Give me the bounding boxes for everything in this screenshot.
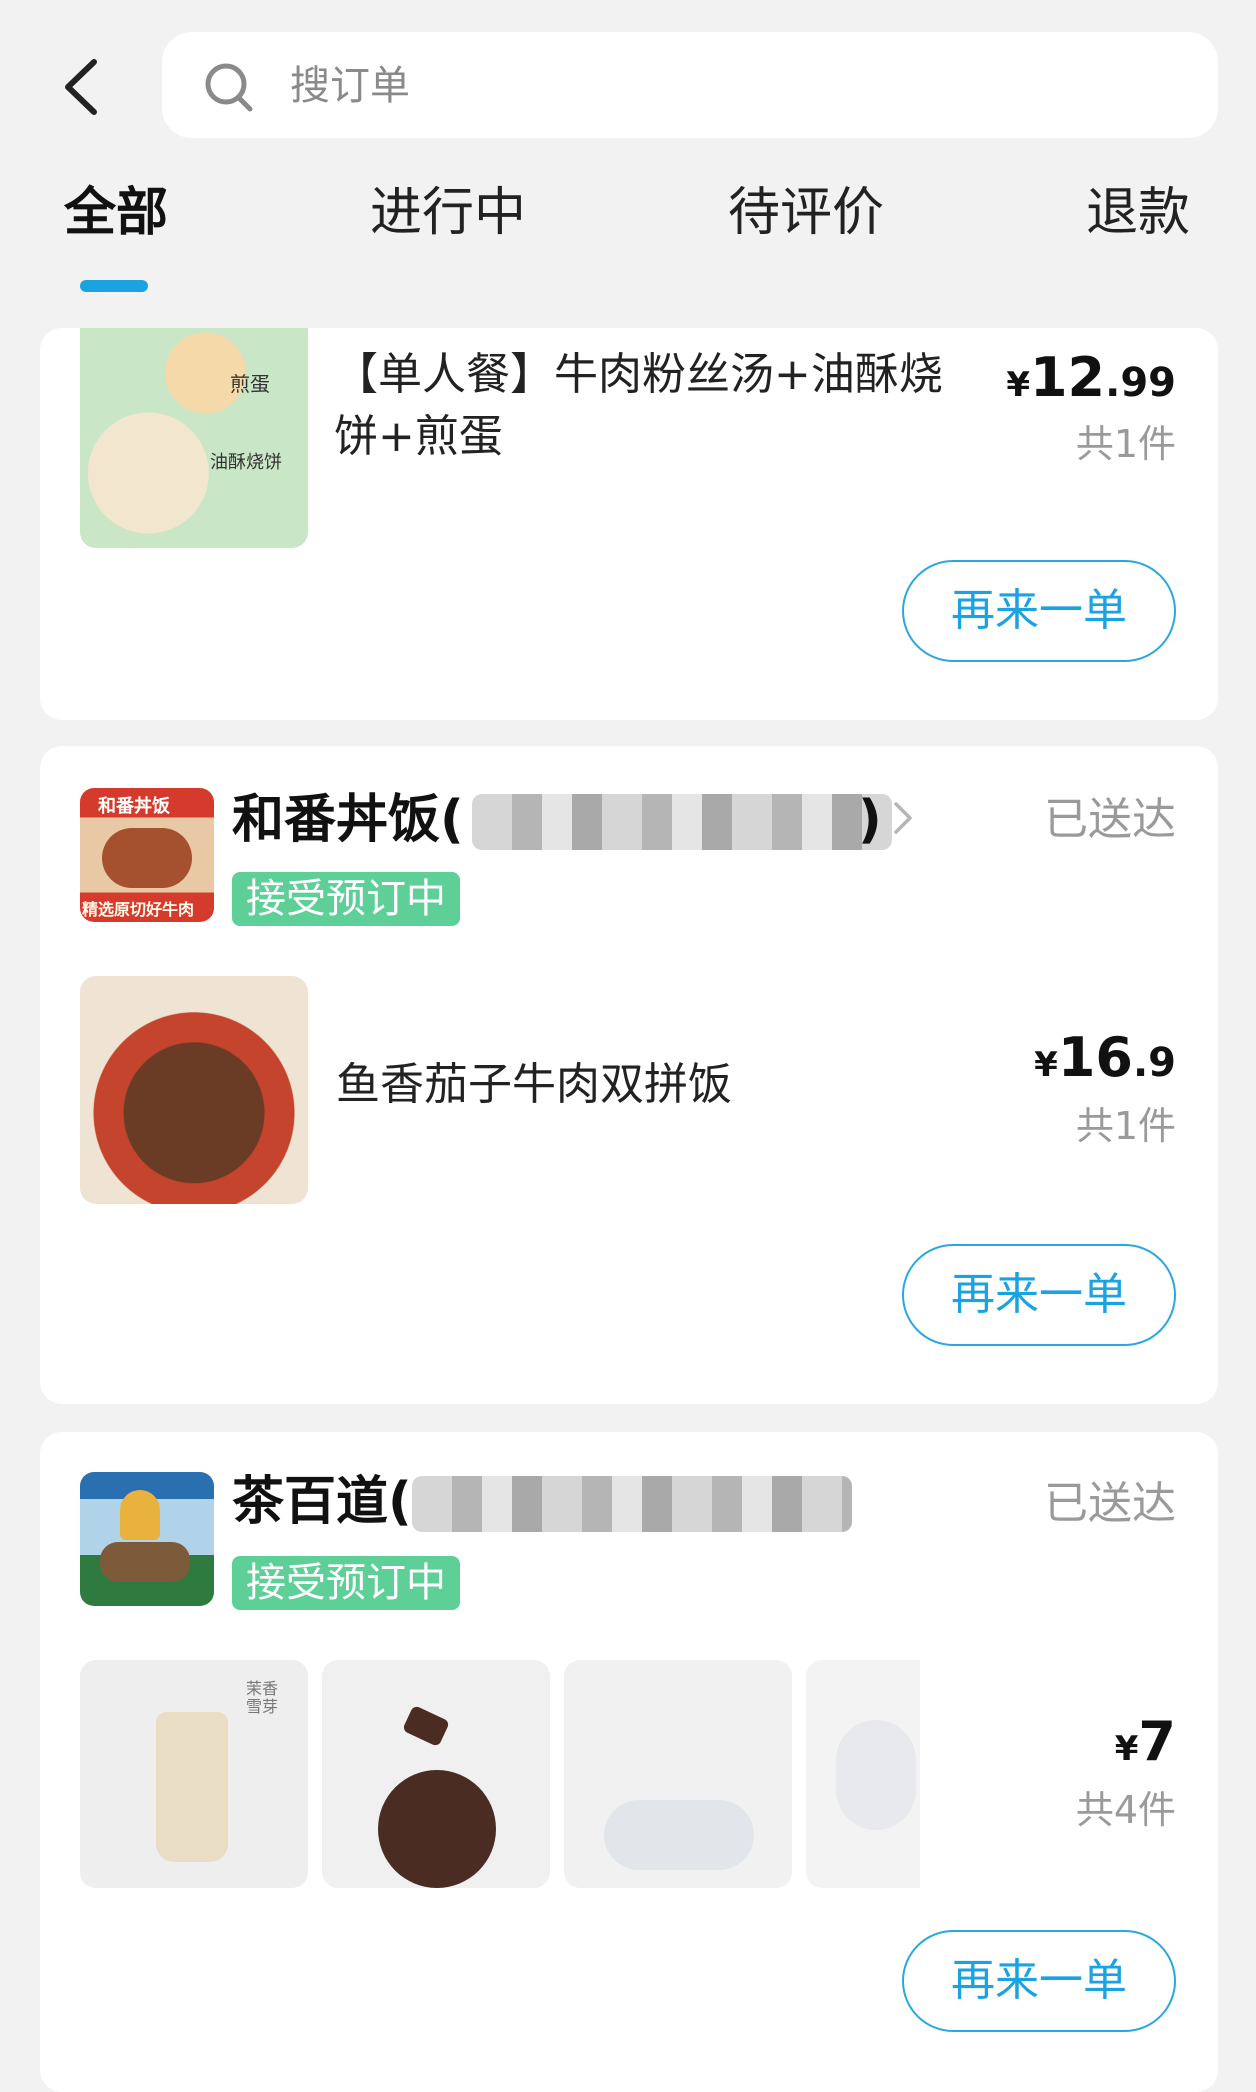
redacted-branch-name xyxy=(412,1476,852,1532)
order-status: 已送达 xyxy=(1044,794,1176,845)
item-name-line: 【单人餐】牛肉粉丝汤+油酥烧 xyxy=(334,349,943,400)
order-card[interactable]: 和番丼饭 精选原切好牛肉 和番丼饭( ) 已送达 接受预订中 鱼香茄子牛肉双拼饭… xyxy=(40,746,1218,1404)
tab-refund[interactable]: 退款 xyxy=(1086,178,1190,248)
order-price: ¥16.9 xyxy=(1034,1026,1176,1089)
price-integer: 12 xyxy=(1029,346,1106,409)
cookie-crumb xyxy=(401,1704,451,1748)
price-decimal: .9 xyxy=(1132,1040,1176,1086)
order-card[interactable]: 茶百道( 已送达 接受预订中 茉香雪芽 ¥7 共4件 再来一单 xyxy=(40,1432,1218,2092)
currency-symbol: ¥ xyxy=(1006,365,1030,405)
order-card[interactable]: 煎蛋 油酥烧饼 【单人餐】牛肉粉丝汤+油酥烧 饼+煎蛋 ¥12.99 共1件 再… xyxy=(40,328,1218,720)
tab-all[interactable]: 全部 xyxy=(64,178,168,248)
product-image[interactable] xyxy=(806,1660,920,1888)
price-decimal: .99 xyxy=(1105,360,1176,406)
tab-in-progress[interactable]: 进行中 xyxy=(370,178,526,248)
logo-text: 精选原切好牛肉 xyxy=(82,900,195,919)
ice-cubes xyxy=(604,1800,754,1870)
product-image[interactable] xyxy=(564,1660,792,1888)
reorder-button[interactable]: 再来一单 xyxy=(902,1930,1176,2032)
item-name: 鱼香茄子牛肉双拼饭 xyxy=(336,1059,732,1110)
store-name[interactable]: 茶百道( xyxy=(232,1470,412,1534)
reservation-tag: 接受预订中 xyxy=(232,1556,460,1610)
item-count: 共4件 xyxy=(1075,1788,1176,1832)
product-badge: 茉香雪芽 xyxy=(246,1679,279,1716)
search-placeholder: 搜订单 xyxy=(290,63,410,109)
order-tabs: 全部 进行中 待评价 退款 xyxy=(0,178,1256,258)
product-image[interactable]: 煎蛋 油酥烧饼 xyxy=(80,328,308,548)
logo-character xyxy=(100,1542,190,1582)
product-image[interactable] xyxy=(322,1660,550,1888)
store-name[interactable]: 和番丼饭( xyxy=(232,788,464,852)
search-icon xyxy=(205,63,253,112)
product-image[interactable]: 茉香雪芽 xyxy=(80,1660,308,1888)
item-count: 共1件 xyxy=(1075,1104,1176,1148)
store-name-tail: ) xyxy=(858,790,882,850)
search-input[interactable]: 搜订单 xyxy=(162,32,1218,138)
back-arrow-icon[interactable] xyxy=(58,58,108,116)
product-image[interactable] xyxy=(80,976,308,1204)
logo-bowl xyxy=(102,828,192,888)
price-integer: 16 xyxy=(1057,1026,1133,1089)
active-tab-indicator xyxy=(80,280,148,292)
tab-to-review[interactable]: 待评价 xyxy=(728,178,884,248)
logo-character xyxy=(120,1490,160,1540)
image-caption: 油酥烧饼 xyxy=(210,452,282,473)
reorder-button[interactable]: 再来一单 xyxy=(902,560,1176,662)
logo-text: 和番丼饭 xyxy=(98,796,170,817)
item-name-line: 饼+煎蛋 xyxy=(334,411,503,462)
image-caption: 煎蛋 xyxy=(230,372,270,396)
currency-symbol: ¥ xyxy=(1114,1729,1139,1769)
currency-symbol: ¥ xyxy=(1034,1045,1058,1085)
store-logo[interactable] xyxy=(80,1472,214,1606)
header: 搜订单 全部 进行中 待评价 退款 xyxy=(0,0,1256,330)
price-integer: 7 xyxy=(1138,1710,1176,1773)
reorder-button[interactable]: 再来一单 xyxy=(902,1244,1176,1346)
order-status: 已送达 xyxy=(1044,1478,1176,1529)
store-logo[interactable]: 和番丼饭 精选原切好牛肉 xyxy=(80,788,214,922)
cookie-shape xyxy=(378,1770,496,1888)
item-count: 共1件 xyxy=(1075,422,1176,466)
chevron-right-icon[interactable] xyxy=(892,798,916,838)
redacted-branch-name xyxy=(472,794,892,850)
reservation-tag: 接受预订中 xyxy=(232,872,460,926)
item-name: 【单人餐】牛肉粉丝汤+油酥烧 饼+煎蛋 xyxy=(334,344,1034,468)
product-shape xyxy=(836,1720,916,1830)
order-price: ¥7 xyxy=(1115,1710,1176,1773)
drink-cup xyxy=(156,1712,228,1862)
order-price: ¥12.99 xyxy=(1006,346,1176,409)
